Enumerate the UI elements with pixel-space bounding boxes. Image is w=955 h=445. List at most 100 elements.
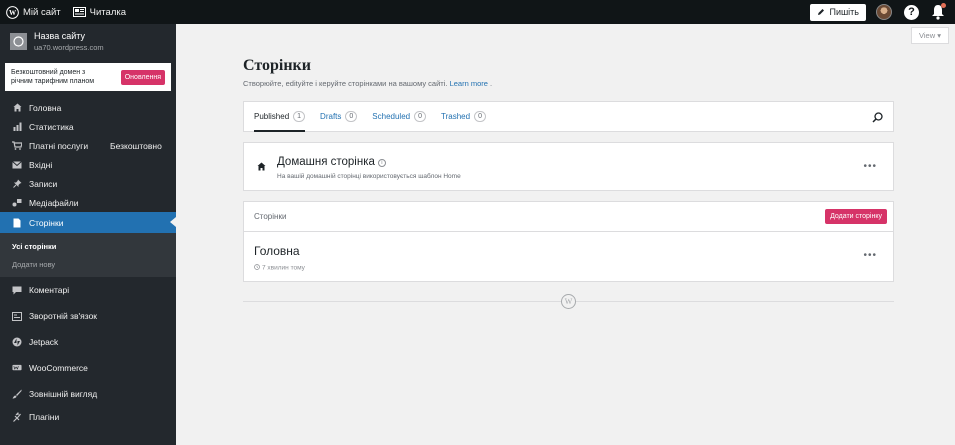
notification-dot: [941, 3, 946, 8]
upgrade-button[interactable]: Оновлення: [120, 69, 165, 85]
write-label: Пишіть: [829, 7, 859, 17]
tab-trashed[interactable]: Trashed 0: [441, 101, 486, 132]
tab-label: Published: [254, 112, 290, 121]
comments-icon: [12, 285, 22, 295]
pencil-icon: [818, 9, 825, 15]
tab-count: 1: [293, 111, 306, 122]
notifications-icon[interactable]: [931, 3, 946, 20]
tab-drafts[interactable]: Drafts 0: [320, 101, 358, 132]
sidebar-item-appearance[interactable]: Зовнішній вигляд: [0, 381, 176, 407]
sidebar-item-comments[interactable]: Коментарі: [0, 277, 176, 303]
tab-scheduled[interactable]: Scheduled 0: [372, 101, 427, 132]
write-button[interactable]: Пишіть: [810, 3, 866, 21]
appearance-icon: [12, 389, 22, 399]
list-header-label: Сторінки: [254, 212, 287, 221]
inbox-icon: [12, 160, 22, 170]
site-icon: [10, 33, 27, 50]
tab-label: Scheduled: [372, 112, 411, 121]
learn-more-link[interactable]: Learn more: [450, 79, 488, 88]
user-avatar[interactable]: [876, 4, 892, 20]
tab-published[interactable]: Published 1: [254, 101, 306, 132]
page-title: Сторінки: [243, 57, 311, 74]
table-row[interactable]: Головна 7 хвилин тому •••: [243, 232, 894, 282]
submenu-add-new[interactable]: Додати нову: [0, 255, 176, 273]
free-badge: Безкоштовно: [110, 140, 162, 151]
sidebar-item-paid-services[interactable]: Платні послуги Безкоштовно: [0, 136, 176, 155]
topbar-actions: Пишіть ?: [810, 0, 955, 24]
sidebar-item-label: Статистика: [29, 121, 74, 132]
sidebar-item-label: Jetpack: [29, 337, 59, 347]
site-url: ua70.wordpress.com: [34, 43, 104, 52]
reader-link[interactable]: Читалка: [67, 0, 132, 24]
homepage-title: Домашня сторінка i: [277, 156, 386, 168]
wordpress-logo-icon: W: [561, 294, 576, 309]
main-content: View ▾ Сторінки Створюйте, edityйте і ке…: [176, 24, 955, 445]
more-options-icon[interactable]: •••: [863, 250, 877, 261]
submenu-all-pages[interactable]: Усі сторінки: [0, 237, 176, 255]
sidebar-item-inbox[interactable]: Вхідні: [0, 155, 176, 174]
admin-top-bar: W Мій сайт Читалка Пишіть ?: [0, 0, 955, 24]
info-icon[interactable]: i: [377, 159, 386, 167]
tab-count: 0: [474, 111, 486, 122]
homepage-card[interactable]: Домашня сторінка i На вашій домашній стор…: [243, 142, 894, 191]
more-options-icon[interactable]: •••: [863, 161, 877, 172]
sidebar-item-woocommerce[interactable]: WooCommerce: [0, 355, 176, 381]
sidebar-item-label: Сторінки: [29, 217, 64, 228]
feedback-icon: [12, 311, 22, 321]
status-tabs: Published 1 Drafts 0 Scheduled 0 Trashed…: [243, 101, 894, 132]
sidebar-item-label: Платні послуги: [29, 140, 89, 151]
jetpack-icon: [12, 337, 22, 347]
sidebar-item-label: Коментарі: [29, 285, 70, 295]
page-row-time: 7 хвилин тому: [262, 264, 305, 272]
view-site-button[interactable]: View ▾: [911, 27, 949, 44]
sidebar-item-stats[interactable]: Статистика: [0, 117, 176, 136]
sidebar-item-pages[interactable]: Сторінки: [0, 212, 176, 233]
sidebar-item-label: WooCommerce: [29, 363, 88, 373]
media-icon: [12, 198, 22, 208]
sidebar: Назва сайту ua70.wordpress.com Безкоштов…: [0, 24, 176, 445]
page-row-title[interactable]: Головна: [254, 244, 300, 258]
sidebar-item-label: Записи: [29, 178, 58, 189]
tab-count: 0: [345, 111, 358, 122]
stats-icon: [12, 122, 22, 132]
woocommerce-icon: [12, 363, 22, 373]
sidebar-item-media[interactable]: Медіафайли: [0, 193, 176, 212]
sidebar-item-jetpack[interactable]: Jetpack: [0, 329, 176, 355]
help-icon[interactable]: ?: [904, 4, 919, 20]
domain-promo: Безкоштовний домен з річним тарифним пла…: [5, 63, 171, 91]
my-site-link[interactable]: W Мій сайт: [0, 0, 67, 24]
house-icon: [257, 162, 266, 171]
plugins-icon: [12, 412, 22, 422]
sidebar-item-label: Головна: [29, 102, 62, 113]
sidebar-item-label: Зовнішній вигляд: [29, 389, 98, 399]
sidebar-item-label: Медіафайли: [29, 197, 79, 208]
home-icon: [12, 103, 22, 113]
pages-list-header: Сторінки Додати сторінку: [243, 201, 894, 232]
sidebar-item-home[interactable]: Головна: [0, 98, 176, 117]
tab-label: Trashed: [441, 112, 471, 121]
page-row-meta: 7 хвилин тому: [254, 264, 305, 272]
sidebar-item-plugins[interactable]: Плагіни: [0, 407, 176, 426]
tab-label: Drafts: [320, 112, 342, 121]
search-icon[interactable]: [872, 112, 883, 123]
sidebar-menu: Головна Статистика Платні послуги Безкош…: [0, 98, 176, 426]
add-page-button[interactable]: Додати сторінку: [825, 209, 887, 224]
my-site-label: Мій сайт: [23, 6, 61, 18]
clock-icon: [254, 264, 260, 270]
site-header[interactable]: Назва сайту ua70.wordpress.com: [0, 24, 176, 58]
homepage-title-text: Домашня сторінка: [277, 156, 375, 168]
subtitle-text: Створюйте, edityйте і керуйте сторінками…: [243, 79, 448, 88]
page-subtitle: Створюйте, edityйте і керуйте сторінками…: [243, 79, 493, 88]
pin-icon: [12, 179, 22, 189]
sidebar-item-posts[interactable]: Записи: [0, 174, 176, 193]
pages-icon: [12, 218, 22, 228]
tab-count: 0: [414, 111, 427, 122]
svg-text:W: W: [9, 9, 17, 17]
pages-submenu: Усі сторінки Додати нову: [0, 233, 176, 277]
sidebar-item-feedback[interactable]: Зворотній зв'язок: [0, 303, 176, 329]
sidebar-item-label: Плагіни: [29, 411, 60, 422]
promo-text: Безкоштовний домен з річним тарифним пла…: [11, 69, 95, 85]
wordpress-logo-icon: W: [6, 5, 19, 19]
reader-label: Читалка: [89, 6, 127, 18]
cart-icon: [12, 141, 22, 151]
